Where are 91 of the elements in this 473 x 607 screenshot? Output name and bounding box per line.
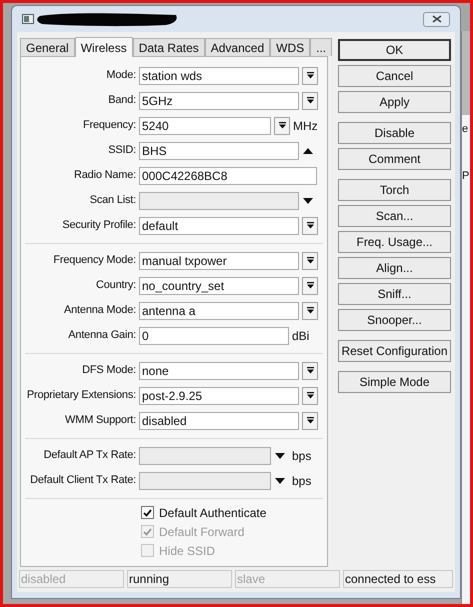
status-cell: connected to ess [343, 570, 453, 588]
input-field[interactable]: 0 [139, 326, 289, 344]
dropdown-button[interactable] [302, 412, 318, 430]
dialog-button[interactable]: Cancel [338, 65, 451, 87]
status-cell: disabled [19, 570, 124, 588]
input-field[interactable]: BHS [139, 142, 299, 160]
field-label: DFS Mode: [81, 363, 137, 378]
dropdown-button[interactable] [302, 216, 318, 234]
down-arrow-icon [306, 367, 314, 374]
checkbox-label: Hide SSID [159, 542, 216, 560]
down-arrow-icon [306, 282, 314, 289]
field-label: Security Profile: [61, 218, 137, 234]
checkbox[interactable] [141, 506, 154, 519]
tab[interactable]: Advanced [204, 38, 270, 56]
dialog-button[interactable]: Simple Mode [338, 371, 451, 393]
background-text: P [462, 168, 470, 184]
dialog-button[interactable]: Freq. Usage... [338, 231, 451, 253]
dropdown-button[interactable] [274, 116, 290, 134]
input-field[interactable]: 5240 [139, 116, 271, 134]
dialog-button[interactable]: Snooper... [338, 309, 451, 331]
field-label: Radio Name: [73, 168, 137, 184]
dialog-button[interactable]: Reset Configuration [338, 340, 451, 362]
field-label: Default Client Tx Rate: [29, 473, 137, 488]
field-label: Band: [107, 93, 137, 108]
unit-label: bps [292, 472, 312, 490]
dialog-button[interactable]: OK [338, 39, 451, 61]
dialog-button[interactable]: Sniff... [338, 283, 451, 305]
field-label: Proprietary Extensions: [26, 388, 137, 404]
close-button[interactable] [423, 12, 450, 26]
field-label: SSID: [107, 143, 137, 158]
input-field[interactable]: antenna a [139, 302, 299, 320]
check-icon [143, 528, 152, 536]
down-arrow-icon [306, 97, 314, 104]
checkbox-label: Default Authenticate [159, 504, 266, 522]
status-cell: running [127, 570, 232, 588]
dialog-button[interactable]: Comment [338, 148, 451, 170]
input-field[interactable]: no_country_set [139, 276, 299, 294]
field-label: WMM Support: [64, 413, 137, 428]
dialog-button[interactable]: Disable [338, 122, 451, 144]
field-label: Antenna Gain: [67, 328, 137, 344]
tab[interactable]: ... [310, 38, 332, 56]
down-arrow-icon [306, 257, 314, 264]
input-field[interactable]: 000C42268BC8 [139, 166, 317, 184]
dialog-button[interactable]: Align... [338, 257, 451, 279]
input-field[interactable]: manual txpower [139, 252, 299, 270]
down-triangle-icon[interactable] [303, 198, 313, 204]
field-label: Scan List: [88, 193, 137, 208]
down-triangle-icon[interactable] [275, 478, 285, 484]
check-icon [143, 508, 152, 516]
input-field[interactable]: post-2.9.25 [139, 386, 299, 404]
dropdown-button[interactable] [302, 66, 318, 84]
input-field[interactable]: 5GHz [139, 92, 299, 110]
up-triangle-icon[interactable] [303, 148, 313, 154]
dialog-button[interactable]: Scan... [338, 205, 451, 227]
input-field[interactable]: disabled [139, 412, 299, 430]
checkbox-label: Default Forward [159, 524, 244, 540]
down-arrow-icon [306, 72, 314, 79]
input-field[interactable]: none [139, 362, 299, 380]
field-label: Default AP Tx Rate: [42, 448, 137, 464]
tab[interactable]: Data Rates [132, 38, 205, 56]
input-field[interactable]: default [139, 216, 299, 234]
field-label: Mode: [105, 68, 137, 84]
unit-label: MHz [293, 118, 318, 134]
down-arrow-icon [278, 122, 286, 129]
down-arrow-icon [306, 307, 314, 314]
field-label: Country: [95, 278, 137, 294]
dropdown-button[interactable] [302, 386, 318, 404]
window-icon [22, 14, 34, 24]
dropdown-button[interactable] [302, 362, 318, 380]
dropdown-button[interactable] [302, 252, 318, 270]
background-text: e [462, 122, 470, 137]
dropdown-button[interactable] [302, 276, 318, 294]
status-cell: slave [235, 570, 340, 588]
tab[interactable]: WDS [270, 38, 310, 56]
field-label: Frequency: [82, 118, 137, 134]
dropdown-button[interactable] [302, 302, 318, 320]
down-arrow-icon [306, 417, 314, 424]
dialog-button[interactable]: Apply [338, 91, 451, 113]
close-icon [432, 15, 442, 23]
tab[interactable]: General [20, 38, 75, 56]
down-arrow-icon [306, 222, 314, 229]
dialog-button[interactable]: Torch [338, 179, 451, 201]
field-label: Frequency Mode: [52, 253, 137, 268]
down-arrow-icon [306, 392, 314, 399]
unit-label: dBi [292, 328, 310, 344]
input-field[interactable]: station wds [139, 66, 299, 84]
tab[interactable]: Wireless [74, 37, 133, 57]
field-label: Antenna Mode: [62, 303, 137, 318]
unit-label: bps [292, 448, 312, 464]
dropdown-button[interactable] [302, 92, 318, 110]
down-triangle-icon[interactable] [275, 452, 285, 458]
